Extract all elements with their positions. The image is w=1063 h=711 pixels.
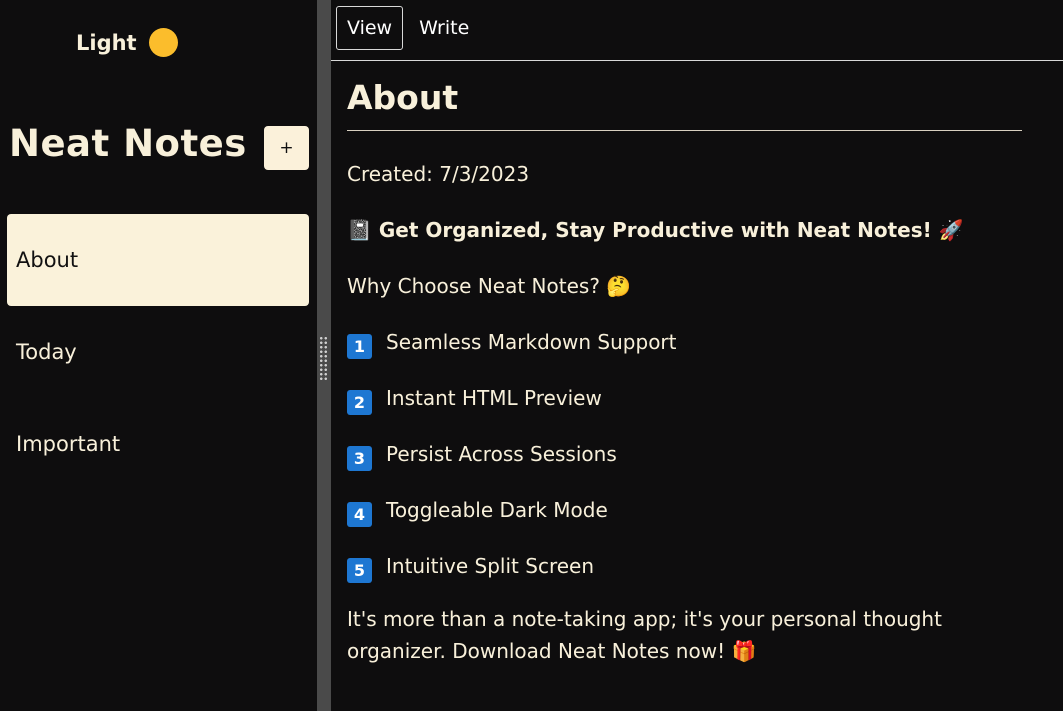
feature-item: 4 Toggleable Dark Mode — [347, 498, 608, 527]
tab-view[interactable]: View — [336, 6, 404, 50]
tabs-divider — [331, 60, 1063, 61]
question: Why Choose Neat Notes? 🤔 — [347, 274, 632, 298]
feature-item: 5 Intuitive Split Screen — [347, 554, 594, 583]
app-title: Neat Notes — [9, 122, 247, 165]
number-2-icon: 2 — [347, 390, 372, 415]
grip-icon — [319, 336, 328, 382]
feature-text: Instant HTML Preview — [386, 386, 602, 410]
sidebar-item-today[interactable]: Today — [7, 306, 309, 398]
main-pane: View Write About Created: 7/3/2023 📓 Get… — [331, 0, 1063, 711]
app: Light Neat Notes + About Today Important… — [0, 0, 1063, 711]
number-4-icon: 4 — [347, 502, 372, 527]
sidebar-item-important[interactable]: Important — [7, 398, 309, 490]
theme-label: Light — [76, 30, 137, 55]
feature-text: Toggleable Dark Mode — [386, 498, 608, 522]
closing-paragraph: It's more than a note-taking app; it's y… — [347, 607, 942, 663]
theme-toggle[interactable]: Light — [76, 28, 178, 57]
note-preview: About Created: 7/3/2023 📓 Get Organized,… — [347, 78, 1022, 663]
feature-text: Intuitive Split Screen — [386, 554, 595, 578]
headline: 📓 Get Organized, Stay Productive with Ne… — [347, 218, 964, 242]
feature-item: 1 Seamless Markdown Support — [347, 330, 677, 359]
sun-icon — [148, 28, 178, 57]
split-resize-handle[interactable] — [317, 0, 331, 711]
tab-write[interactable]: Write — [408, 6, 480, 50]
number-1-icon: 1 — [347, 334, 372, 359]
note-title: About — [347, 78, 1022, 131]
number-5-icon: 5 — [347, 558, 372, 583]
feature-text: Seamless Markdown Support — [386, 330, 677, 354]
created-date: Created: 7/3/2023 — [347, 162, 530, 186]
sidebar-item-about[interactable]: About — [7, 214, 309, 306]
number-3-icon: 3 — [347, 446, 372, 471]
feature-item: 2 Instant HTML Preview — [347, 386, 602, 415]
view-tabs: View Write — [336, 6, 480, 50]
note-list: About Today Important — [7, 214, 309, 490]
feature-item: 3 Persist Across Sessions — [347, 442, 617, 471]
feature-text: Persist Across Sessions — [386, 442, 617, 466]
add-note-button[interactable]: + — [264, 126, 309, 170]
sidebar: Light Neat Notes + About Today Important — [0, 0, 317, 711]
